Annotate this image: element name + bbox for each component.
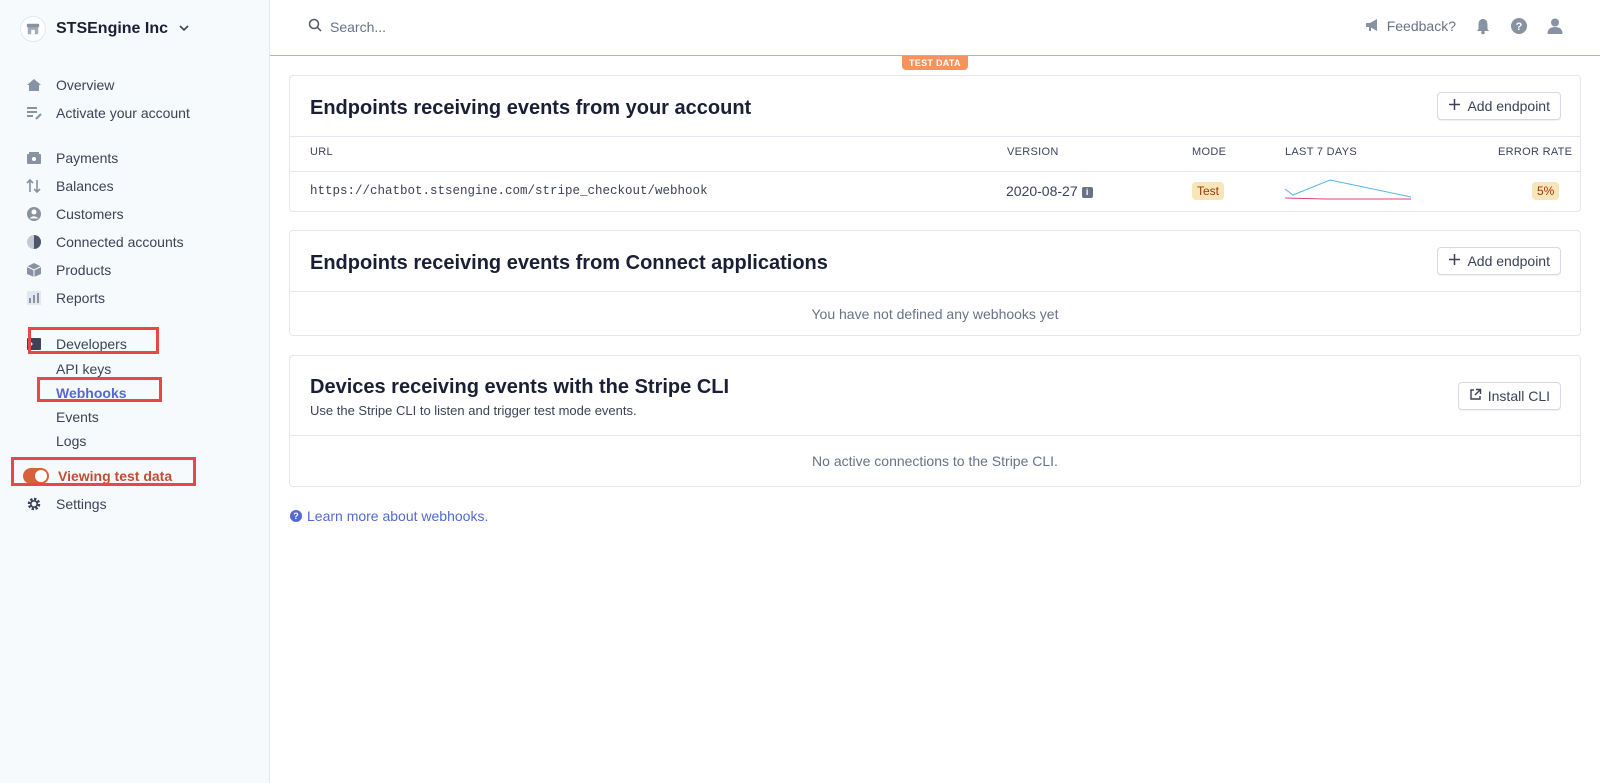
sidebar-item-label: Overview (56, 77, 115, 93)
divider (290, 171, 1580, 172)
search-icon (308, 18, 322, 35)
account-name: STSEngine Inc (56, 20, 169, 37)
button-label: Add endpoint (1467, 253, 1550, 269)
user-icon[interactable] (1546, 17, 1564, 35)
sidebar-item-label: Settings (56, 496, 107, 512)
sidebar-item-overview[interactable]: Overview (26, 75, 114, 95)
sidebar: STSEngine Inc Overview Activate your acc… (0, 0, 270, 783)
test-data-badge: TEST DATA (902, 56, 968, 70)
connect-endpoints-card: Endpoints receiving events from Connect … (289, 230, 1581, 336)
balances-icon (26, 178, 42, 194)
sidebar-subitem-api-keys[interactable]: API keys (56, 361, 111, 377)
sidebar-item-balances[interactable]: Balances (26, 176, 114, 196)
plus-icon (1448, 98, 1461, 114)
add-endpoint-button[interactable]: Add endpoint (1437, 92, 1561, 120)
error-rate-value: 5% (1532, 182, 1560, 200)
card-subtitle: Use the Stripe CLI to listen and trigger… (310, 403, 637, 418)
sparkline-last-7-days (1284, 175, 1413, 206)
sidebar-item-customers[interactable]: Customers (26, 204, 124, 224)
mode-badge: Test (1192, 182, 1225, 200)
store-icon (20, 16, 46, 42)
sidebar-item-label: Activate your account (56, 105, 190, 121)
divider (290, 291, 1580, 292)
column-header-url: URL (310, 146, 333, 158)
sidebar-item-reports[interactable]: Reports (26, 288, 105, 308)
card-title: Endpoints receiving events from Connect … (310, 252, 828, 274)
sidebar-subitem-logs[interactable]: Logs (56, 433, 86, 449)
account-switcher[interactable]: STSEngine Inc (20, 16, 190, 42)
column-header-version: VERSION (1007, 146, 1059, 158)
card-title: Endpoints receiving events from your acc… (310, 97, 752, 119)
home-icon (26, 77, 42, 93)
megaphone-icon (1365, 18, 1381, 35)
sidebar-item-developers[interactable]: Developers (26, 334, 127, 354)
bell-icon[interactable] (1474, 17, 1492, 35)
divider (290, 136, 1580, 137)
payments-icon (26, 150, 42, 166)
mode-value: Test (1192, 182, 1225, 200)
button-label: Add endpoint (1467, 98, 1550, 114)
empty-message: No active connections to the Stripe CLI. (812, 453, 1058, 469)
endpoint-version: 2020-08-27 i (1006, 183, 1093, 199)
install-cli-button[interactable]: Install CLI (1457, 382, 1561, 410)
sidebar-item-payments[interactable]: Payments (26, 148, 118, 168)
stripe-cli-card: Devices receiving events with the Stripe… (289, 355, 1581, 487)
feedback-button[interactable]: Feedback? (1365, 18, 1456, 35)
sidebar-item-label: Balances (56, 178, 114, 194)
sidebar-item-activate[interactable]: Activate your account (26, 103, 190, 123)
external-link-icon (1469, 388, 1482, 404)
column-header-mode: MODE (1192, 146, 1227, 158)
test-data-toggle[interactable]: Viewing test data (23, 466, 172, 486)
feedback-label: Feedback? (1386, 18, 1456, 34)
card-title: Devices receiving events with the Stripe… (310, 376, 730, 398)
sidebar-item-label: Payments (56, 150, 119, 166)
search-bar[interactable]: Search... (308, 18, 386, 35)
help-icon[interactable]: ? (1510, 17, 1528, 35)
chevron-down-icon (178, 22, 190, 37)
sidebar-subitem-events[interactable]: Events (56, 409, 99, 425)
top-header: Search... Feedback? ? (270, 0, 1600, 56)
search-input[interactable]: Search... (330, 19, 386, 35)
sidebar-item-label: Connected accounts (56, 234, 184, 250)
sidebar-item-label: Customers (56, 206, 124, 222)
sidebar-item-label: Developers (56, 336, 127, 352)
divider (290, 435, 1580, 436)
sidebar-item-label: Reports (56, 290, 106, 306)
version-value: 2020-08-27 (1006, 183, 1078, 199)
customers-icon (26, 206, 42, 222)
info-icon[interactable]: i (1081, 186, 1093, 198)
reports-icon (26, 290, 42, 306)
terminal-icon (26, 336, 42, 352)
sidebar-item-connected-accounts[interactable]: Connected accounts (26, 232, 184, 252)
empty-message: You have not defined any webhooks yet (811, 306, 1059, 322)
products-icon (26, 262, 42, 278)
sidebar-item-label: Products (56, 262, 112, 278)
button-label: Install CLI (1487, 388, 1550, 404)
learn-more-label: Learn more about webhooks. (307, 508, 489, 524)
endpoint-url[interactable]: https://chatbot.stsengine.com/stripe_che… (310, 184, 708, 198)
toggle-switch[interactable] (23, 468, 49, 484)
help-circle-icon: ? (290, 510, 302, 522)
column-header-last-7-days: LAST 7 DAYS (1285, 146, 1357, 158)
learn-more-link[interactable]: ? Learn more about webhooks. (290, 508, 488, 524)
sidebar-subitem-webhooks[interactable]: Webhooks (56, 385, 127, 401)
column-header-error-rate: ERROR RATE (1498, 146, 1573, 158)
add-endpoint-button[interactable]: Add endpoint (1437, 247, 1561, 275)
connected-accounts-icon (26, 234, 42, 250)
gear-icon (26, 496, 42, 512)
test-data-label: Viewing test data (58, 468, 173, 484)
svg-text:?: ? (1516, 21, 1523, 33)
error-rate-badge: 5% (1532, 182, 1560, 200)
sidebar-item-products[interactable]: Products (26, 260, 111, 280)
plus-icon (1448, 253, 1461, 269)
sidebar-item-settings[interactable]: Settings (26, 494, 107, 514)
checklist-icon (26, 105, 42, 121)
